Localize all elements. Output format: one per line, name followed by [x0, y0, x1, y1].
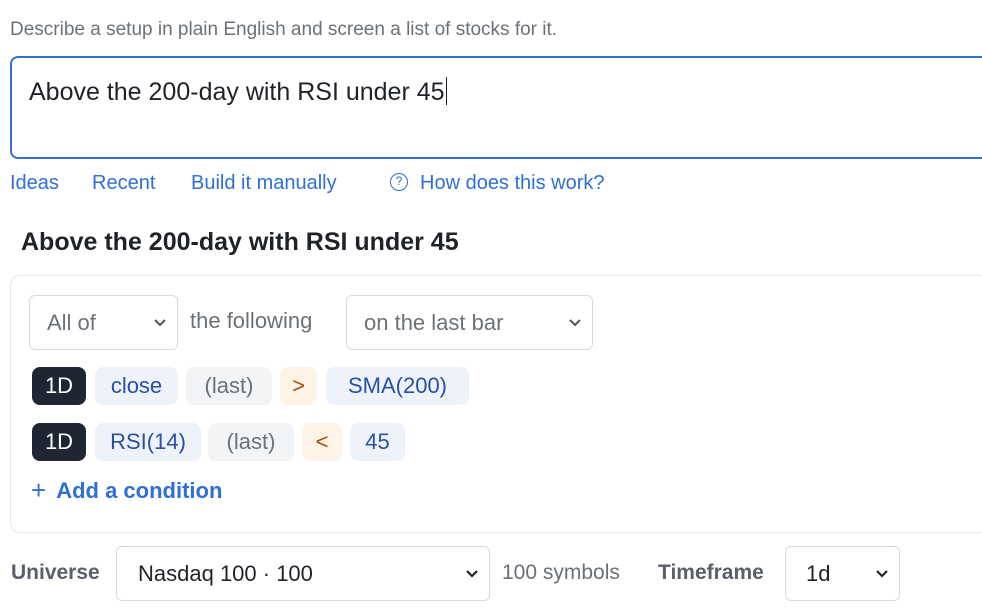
condition-2-right-operand[interactable]: 45 [350, 423, 405, 461]
prompt-value: Above the 200-day with RSI under 45 [29, 78, 445, 106]
match-mode-select[interactable]: All of [29, 295, 178, 350]
chevron-down-icon [154, 318, 166, 326]
condition-2-modifier[interactable]: (last) [208, 423, 294, 461]
query-title: Above the 200-day with RSI under 45 [21, 228, 459, 256]
following-label: the following [190, 308, 313, 333]
condition-1-timeframe-chip[interactable]: 1D [32, 367, 86, 405]
condition-1-operator[interactable]: > [280, 367, 317, 405]
chevron-down-icon [876, 569, 888, 578]
condition-1-modifier[interactable]: (last) [186, 367, 272, 405]
condition-2-timeframe-chip[interactable]: 1D [32, 423, 86, 461]
chevron-down-icon [569, 318, 581, 326]
ideas-link[interactable]: Ideas [10, 172, 59, 195]
build-manually-link[interactable]: Build it manually [191, 172, 337, 195]
match-mode-value: All of [47, 309, 96, 335]
condition-2-operator[interactable]: < [302, 423, 342, 461]
condition-1-right-operand[interactable]: SMA(200) [326, 367, 469, 405]
universe-value: Nasdaq 100 · 100 [138, 560, 313, 586]
add-condition-label: Add a condition [56, 478, 223, 503]
plus-icon: + [31, 475, 47, 505]
timeframe-value: 1d [806, 560, 831, 586]
help-circle-icon[interactable]: ? [390, 173, 408, 191]
recent-link[interactable]: Recent [92, 172, 155, 195]
text-caret [445, 77, 448, 105]
symbols-count: 100 symbols [502, 561, 620, 584]
bar-scope-select[interactable]: on the last bar [346, 295, 593, 350]
chevron-down-icon [466, 569, 478, 578]
how-does-this-work-link[interactable]: How does this work? [420, 172, 605, 195]
universe-select[interactable]: Nasdaq 100 · 100 [116, 546, 490, 601]
intro-text: Describe a setup in plain English and sc… [10, 19, 558, 40]
condition-1-left-operand[interactable]: close [95, 367, 178, 405]
add-condition-button[interactable]: + Add a condition [31, 475, 222, 506]
timeframe-select[interactable]: 1d [785, 546, 900, 601]
condition-2-left-operand[interactable]: RSI(14) [95, 423, 201, 461]
universe-label: Universe [11, 561, 100, 584]
prompt-input[interactable]: Above the 200-day with RSI under 45 [10, 56, 982, 159]
timeframe-label: Timeframe [658, 561, 764, 584]
bar-scope-value: on the last bar [364, 309, 504, 335]
